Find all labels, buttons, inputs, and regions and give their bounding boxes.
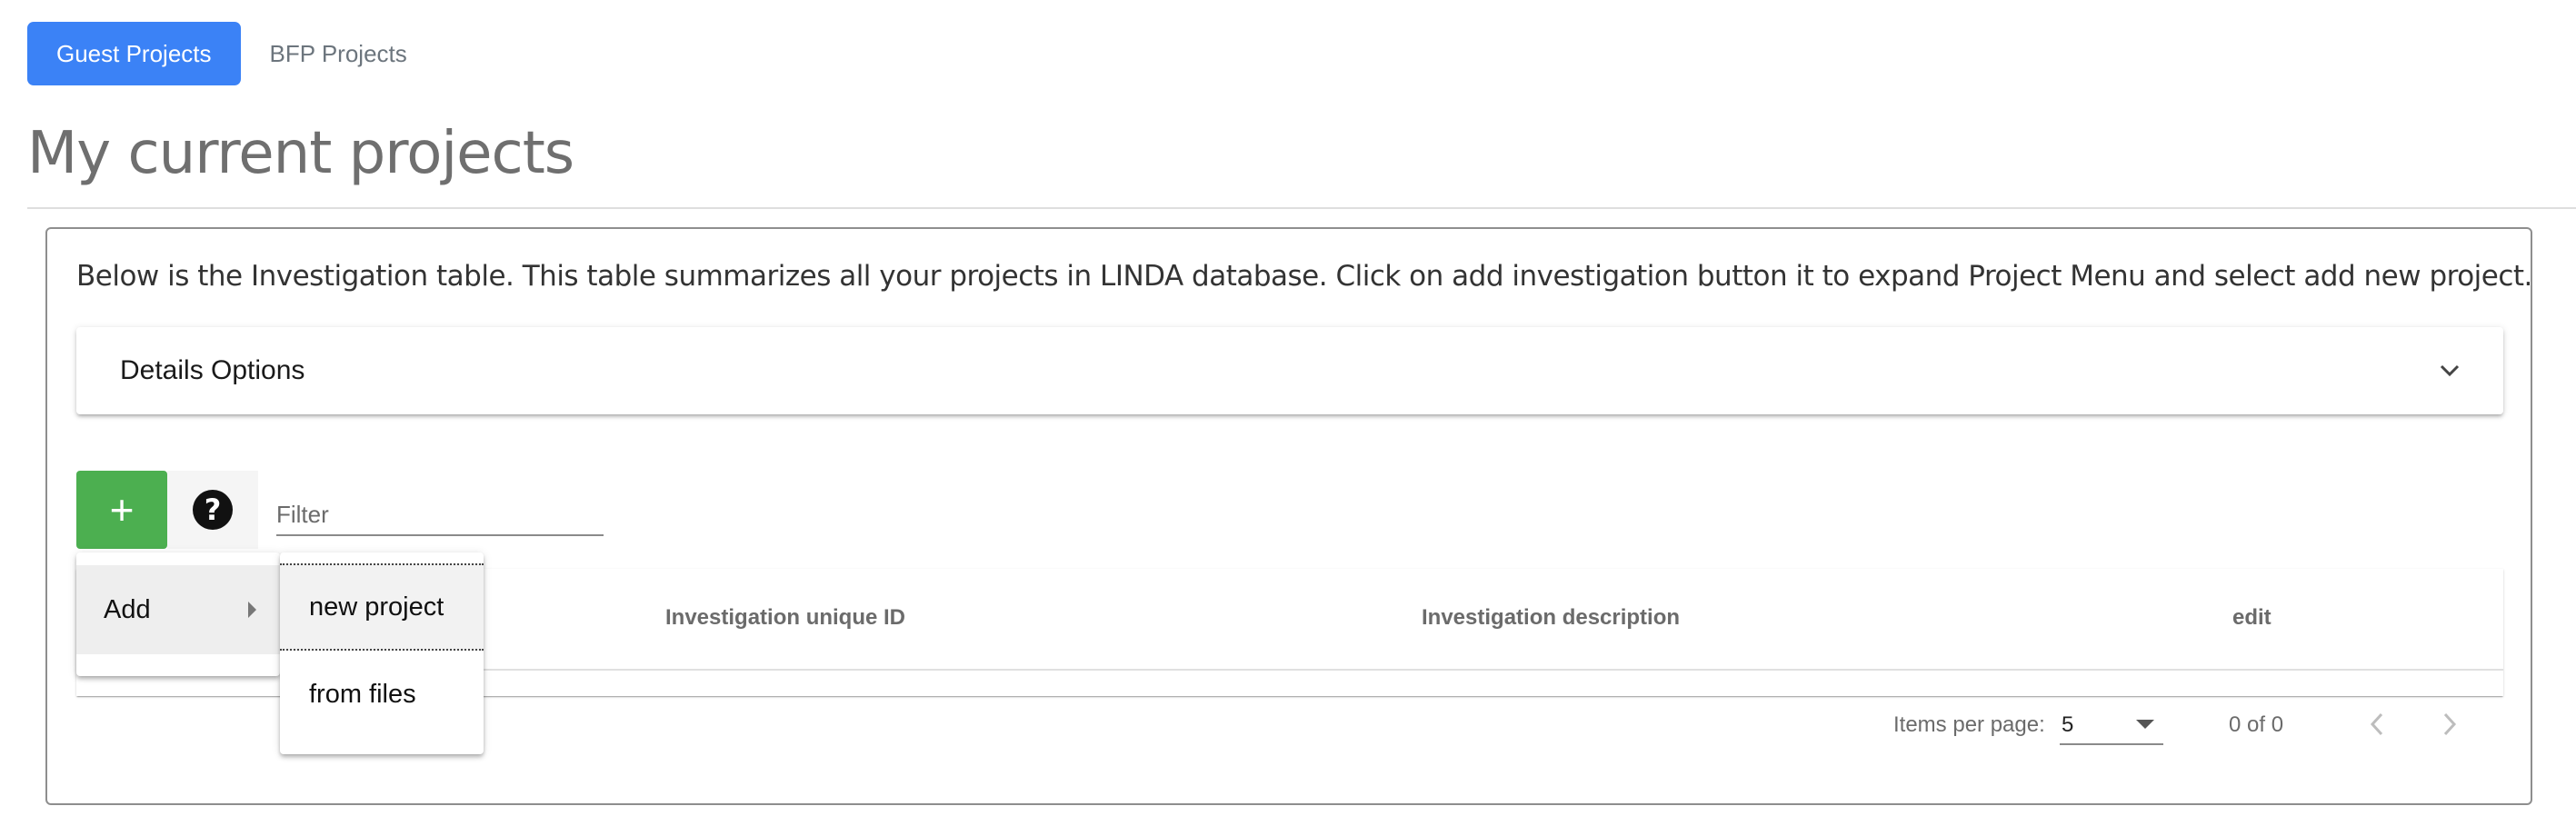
items-per-page-label: Items per page: [1893, 712, 2045, 737]
menu-item-from-files[interactable]: from files [280, 651, 484, 738]
items-per-page-select[interactable]: 5 [2060, 707, 2163, 745]
tab-bfp-projects[interactable]: BFP Projects [241, 22, 436, 85]
title-divider [27, 207, 2576, 209]
next-page-button[interactable] [2427, 702, 2472, 747]
details-options-title: Details Options [120, 355, 305, 385]
help-button[interactable]: ? [167, 471, 258, 549]
chevron-left-icon [2370, 712, 2383, 736]
chevron-right-icon [2443, 712, 2457, 736]
page-range: 0 of 0 [2229, 712, 2284, 737]
column-header-description[interactable]: Investigation description [1422, 605, 1680, 631]
menu-item-new-project[interactable]: new project [280, 563, 484, 651]
previous-page-button[interactable] [2354, 702, 2400, 747]
project-menu: Add [76, 552, 280, 676]
add-submenu: new project from files [280, 552, 484, 754]
filter-field [276, 491, 604, 536]
tab-guest-projects[interactable]: Guest Projects [27, 22, 241, 85]
page-title: My current projects [27, 120, 574, 187]
details-options-panel[interactable]: Details Options [76, 327, 2503, 414]
column-header-edit[interactable]: edit [2232, 605, 2271, 631]
help-icon: ? [193, 490, 233, 530]
add-investigation-button[interactable]: + [76, 471, 167, 549]
menu-item-add[interactable]: Add [76, 565, 280, 654]
plus-icon: + [109, 486, 135, 533]
menu-item-add-label: Add [104, 594, 151, 624]
project-tabs: Guest Projects BFP Projects [27, 22, 436, 85]
items-per-page-value: 5 [2062, 712, 2074, 737]
dropdown-arrow-icon [2136, 720, 2154, 729]
chevron-down-icon [2436, 357, 2463, 384]
filter-input[interactable] [276, 501, 604, 529]
submenu-arrow-icon [248, 602, 256, 618]
column-header-unique-id[interactable]: Investigation unique ID [665, 605, 905, 631]
intro-text: Below is the Investigation table. This t… [76, 260, 2532, 293]
